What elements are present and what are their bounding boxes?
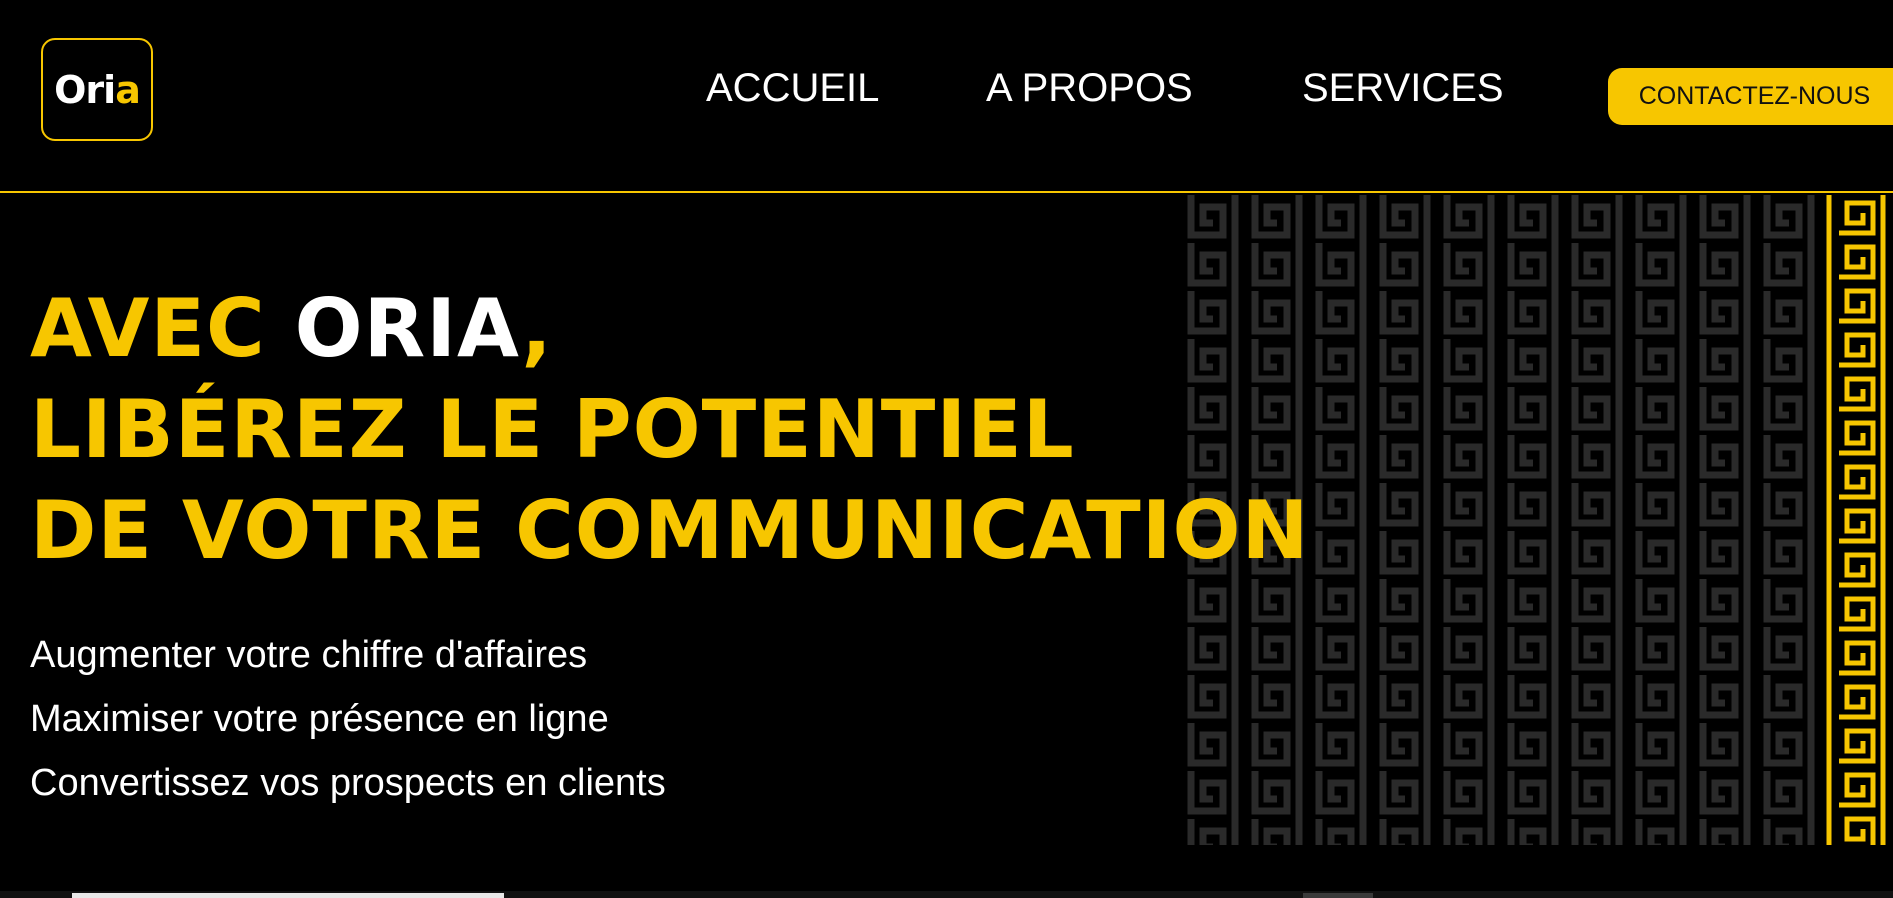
main-nav: ACCUEIL A PROPOS SERVICES bbox=[0, 62, 1600, 114]
site-header: Oria ACCUEIL A PROPOS SERVICES CONTACTEZ… bbox=[0, 0, 1893, 193]
nav-item-accueil[interactable]: ACCUEIL bbox=[706, 62, 879, 114]
nav-item-a-propos[interactable]: A PROPOS bbox=[986, 62, 1193, 114]
contact-button[interactable]: CONTACTEZ-NOUS bbox=[1608, 68, 1893, 125]
next-section-preview bbox=[72, 893, 504, 898]
benefit-item: Augmenter votre chiffre d'affaires bbox=[30, 634, 588, 676]
hero-headline: AVEC ORIA, LIBÉREZ LE POTENTIEL DE VOTRE… bbox=[30, 278, 1309, 581]
hero-benefits-list: Augmenter votre chiffre d'affaires Maxim… bbox=[30, 623, 666, 815]
gold-greek-key-border-icon bbox=[1821, 195, 1893, 845]
benefit-item: Convertissez vos prospects en clients bbox=[30, 762, 666, 804]
headline-line-2: LIBÉREZ LE POTENTIEL bbox=[30, 383, 1075, 476]
headline-line-1: AVEC ORIA, bbox=[30, 282, 553, 375]
nav-item-services[interactable]: SERVICES bbox=[1302, 62, 1504, 114]
benefit-item: Maximiser votre présence en ligne bbox=[30, 698, 609, 740]
headline-line-3: DE VOTRE COMMUNICATION bbox=[30, 484, 1310, 577]
next-section-preview-2 bbox=[1303, 893, 1373, 898]
